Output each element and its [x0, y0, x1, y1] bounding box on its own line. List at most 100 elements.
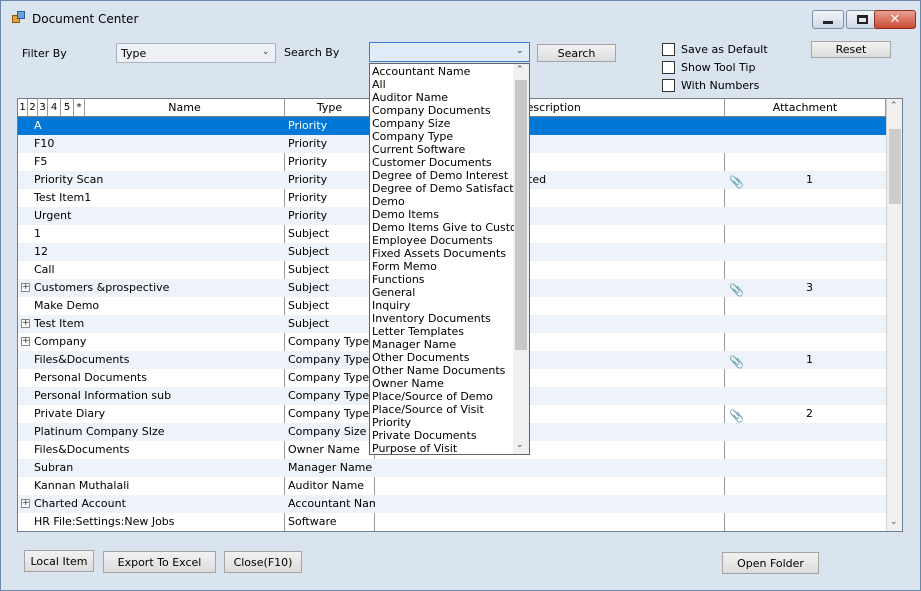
- dropdown-option[interactable]: Other Documents: [372, 351, 514, 364]
- dropdown-option[interactable]: Employee Documents: [372, 234, 514, 247]
- dropdown-option[interactable]: Owner Name: [372, 377, 514, 390]
- scroll-down-icon[interactable]: ⌄: [516, 440, 524, 450]
- scroll-up-icon[interactable]: ⌃: [890, 101, 898, 111]
- dropdown-option[interactable]: Inventory Documents: [372, 312, 514, 325]
- table-row[interactable]: HR File:Settings:New Jobs Software: [18, 513, 886, 531]
- name-cell: F10: [34, 137, 55, 150]
- paperclip-icon[interactable]: 📎: [729, 407, 744, 423]
- attachment-cell: [726, 477, 886, 495]
- expand-icon[interactable]: +: [21, 283, 30, 292]
- name-cell: 1: [34, 227, 41, 240]
- checkbox-box[interactable]: [662, 43, 675, 56]
- group-level-5[interactable]: 5: [61, 99, 74, 116]
- attachment-count: 1: [806, 173, 813, 186]
- dropdown-option[interactable]: Fixed Assets Documents: [372, 247, 514, 260]
- reset-button[interactable]: Reset: [811, 41, 891, 58]
- scroll-down-icon[interactable]: ⌄: [890, 517, 898, 527]
- dropdown-option[interactable]: Place/Source of Visit: [372, 403, 514, 416]
- dropdown-option[interactable]: Letter Templates: [372, 325, 514, 338]
- save-as-default-checkbox[interactable]: Save as Default: [662, 43, 768, 56]
- dropdown-option[interactable]: Company Size: [372, 117, 514, 130]
- close-button[interactable]: Close(F10): [224, 551, 302, 573]
- scrollbar-thumb[interactable]: [515, 80, 527, 350]
- checkbox-box[interactable]: [662, 61, 675, 74]
- name-cell: Call: [34, 263, 55, 276]
- close-window-button[interactable]: ✕: [874, 10, 916, 29]
- show-tool-tip-checkbox[interactable]: Show Tool Tip: [662, 61, 755, 74]
- dropdown-option[interactable]: Customer Documents: [372, 156, 514, 169]
- scroll-up-icon[interactable]: ⌃: [516, 65, 524, 75]
- attachment-cell: [726, 423, 886, 441]
- expand-icon[interactable]: +: [21, 337, 30, 346]
- group-level-all[interactable]: *: [74, 99, 85, 116]
- with-numbers-checkbox[interactable]: With Numbers: [662, 79, 759, 92]
- dropdown-option[interactable]: Degree of Demo Interest: [372, 169, 514, 182]
- expand-icon[interactable]: +: [21, 499, 30, 508]
- dropdown-option[interactable]: Priority: [372, 416, 514, 429]
- description-cell: [528, 153, 728, 171]
- filter-by-select[interactable]: Type ⌄: [116, 43, 276, 63]
- dropdown-option[interactable]: Place/Source of Demo: [372, 390, 514, 403]
- dropdown-option[interactable]: Degree of Demo Satisfaction: [372, 182, 514, 195]
- column-header-type[interactable]: Type: [285, 99, 375, 116]
- type-cell: Auditor Name: [288, 479, 365, 492]
- dropdown-option[interactable]: Manager Name: [372, 338, 514, 351]
- dropdown-scrollbar[interactable]: ⌃ ⌄: [513, 64, 529, 454]
- paperclip-icon[interactable]: 📎: [729, 353, 744, 369]
- name-cell: Customers &prospective: [34, 281, 170, 294]
- type-cell: Priority: [288, 155, 328, 168]
- dropdown-option[interactable]: Current Software: [372, 143, 514, 156]
- search-by-dropdown-list[interactable]: ⌃ ⌄ Accountant Name All Auditor Name Compan…: [369, 63, 530, 455]
- dropdown-option[interactable]: Company Documents: [372, 104, 514, 117]
- attachment-cell: [726, 495, 886, 513]
- dropdown-option[interactable]: General: [372, 286, 514, 299]
- dropdown-option[interactable]: Demo: [372, 195, 514, 208]
- dropdown-option[interactable]: Inquiry: [372, 299, 514, 312]
- attachment-cell: 📎 1: [726, 171, 886, 189]
- name-cell: Make Demo: [34, 299, 100, 312]
- dropdown-option[interactable]: All: [372, 78, 514, 91]
- dropdown-option[interactable]: Other Name Documents: [372, 364, 514, 377]
- column-header-attachment[interactable]: Attachment: [725, 99, 886, 116]
- dropdown-option[interactable]: Purpose of Visit: [372, 442, 514, 454]
- paperclip-icon[interactable]: 📎: [729, 281, 744, 297]
- title-bar: Document Center ✕: [1, 1, 920, 35]
- dropdown-option[interactable]: Auditor Name: [372, 91, 514, 104]
- paperclip-icon[interactable]: 📎: [729, 173, 744, 189]
- checkbox-box[interactable]: [662, 79, 675, 92]
- group-level-2[interactable]: 2: [28, 99, 38, 116]
- table-row[interactable]: Kannan Muthalali Auditor Name: [18, 477, 886, 495]
- dropdown-option[interactable]: Demo Items Give to Customer: [372, 221, 514, 234]
- search-button[interactable]: Search: [537, 44, 616, 62]
- attachment-cell: [726, 225, 886, 243]
- description-cell: [528, 477, 728, 495]
- dropdown-option[interactable]: Private Documents: [372, 429, 514, 442]
- attachment-cell: [726, 315, 886, 333]
- search-by-select[interactable]: ⌄: [369, 42, 530, 62]
- export-to-excel-button[interactable]: Export To Excel: [103, 551, 216, 573]
- group-level-1[interactable]: 1: [18, 99, 28, 116]
- table-row[interactable]: + Charted Account Accountant Name: [18, 495, 886, 513]
- table-row[interactable]: Subran Manager Name: [18, 459, 886, 477]
- column-header-name[interactable]: Name: [85, 99, 285, 116]
- grid-scrollbar[interactable]: ⌃ ⌄: [886, 99, 902, 531]
- scrollbar-thumb[interactable]: [889, 129, 901, 204]
- dropdown-option[interactable]: Company Type: [372, 130, 514, 143]
- type-cell: Company Type: [288, 407, 370, 420]
- description-cell: [528, 225, 728, 243]
- group-level-4[interactable]: 4: [48, 99, 61, 116]
- dropdown-option[interactable]: Functions: [372, 273, 514, 286]
- type-cell: Priority: [288, 173, 328, 186]
- minimize-button[interactable]: [812, 10, 844, 29]
- dropdown-option[interactable]: Form Memo: [372, 260, 514, 273]
- group-level-3[interactable]: 3: [38, 99, 48, 116]
- show-tool-tip-label: Show Tool Tip: [681, 61, 756, 74]
- name-cell: Files&Documents: [34, 443, 130, 456]
- local-item-button[interactable]: Local Item: [24, 550, 94, 572]
- open-folder-button[interactable]: Open Folder: [722, 552, 819, 574]
- dropdown-option[interactable]: Demo Items: [372, 208, 514, 221]
- dropdown-option[interactable]: Accountant Name: [372, 65, 514, 78]
- expand-icon[interactable]: +: [21, 319, 30, 328]
- name-cell: HR File:Settings:New Jobs: [34, 515, 175, 528]
- description-cell: [528, 441, 728, 459]
